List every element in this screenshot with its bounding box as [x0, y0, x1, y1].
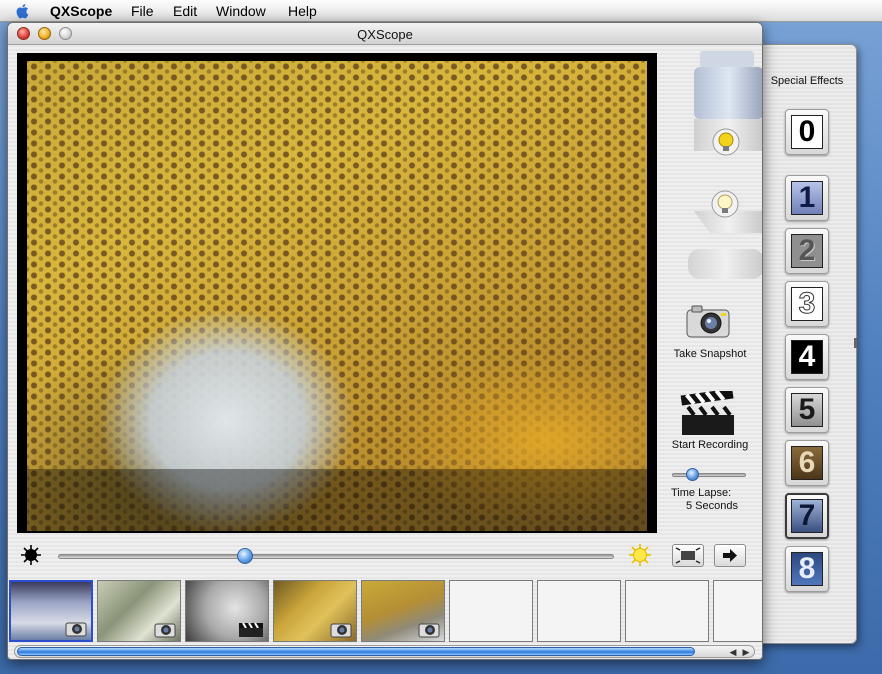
- lightbulb-off-icon[interactable]: [710, 189, 740, 219]
- menu-help[interactable]: Help: [288, 3, 317, 19]
- thumbnail-item[interactable]: [9, 580, 93, 642]
- menu-file[interactable]: File: [131, 3, 154, 19]
- thumbnail-item[interactable]: [185, 580, 269, 642]
- effects-drawer: Special Effects 0 1 2 3 4 5 6 7 8: [756, 44, 857, 644]
- camera-icon: [65, 622, 87, 637]
- video-overlay-band: [27, 469, 647, 531]
- drawer-grip[interactable]: [854, 338, 857, 348]
- menu-bar: QXScope File Edit Window Help: [0, 0, 882, 22]
- bright-sun-icon: [629, 544, 651, 566]
- time-lapse-slider-track[interactable]: [672, 473, 746, 477]
- clapperboard-icon: [239, 622, 263, 637]
- effect-button-4[interactable]: 4: [785, 334, 829, 380]
- start-recording-label[interactable]: Start Recording: [658, 439, 762, 451]
- microscope-illustration: [688, 51, 762, 279]
- thumbnail-empty-slot: [625, 580, 709, 642]
- effect-label: 2: [791, 234, 823, 268]
- arrow-right-icon: [723, 549, 737, 562]
- dark-sun-icon: [21, 545, 41, 565]
- effect-button-1[interactable]: 1: [785, 175, 829, 221]
- time-lapse-label: Time Lapse:: [671, 487, 732, 499]
- camera-icon: [154, 623, 176, 638]
- time-lapse-slider-knob[interactable]: [686, 468, 699, 481]
- menu-window[interactable]: Window: [216, 3, 266, 19]
- scroll-right-icon[interactable]: ▶: [740, 647, 752, 657]
- menu-app-name[interactable]: QXScope: [50, 3, 112, 19]
- window-titlebar[interactable]: QXScope: [8, 23, 762, 45]
- camera-icon[interactable]: [686, 303, 730, 339]
- take-snapshot-label[interactable]: Take Snapshot: [658, 348, 762, 360]
- effect-label: 1: [791, 181, 823, 215]
- menu-edit[interactable]: Edit: [173, 3, 197, 19]
- thumbnail-scrollbar[interactable]: ◀ ▶: [14, 645, 755, 658]
- lightbulb-on-icon[interactable]: [711, 127, 741, 157]
- thumbnail-item[interactable]: [97, 580, 181, 642]
- thumbnail-empty-slot: [713, 580, 762, 642]
- main-window: QXScope Take Snapshot Start Recording Ti…: [7, 22, 763, 660]
- effect-label: 6: [791, 446, 823, 480]
- effect-label: 7: [791, 499, 823, 533]
- effect-button-2[interactable]: 2: [785, 228, 829, 274]
- thumbnail-empty-slot: [449, 580, 533, 642]
- fullscreen-button[interactable]: [672, 544, 704, 567]
- effect-button-7[interactable]: 7: [785, 493, 829, 539]
- effect-button-5[interactable]: 5: [785, 387, 829, 433]
- brightness-slider-track[interactable]: [58, 554, 614, 559]
- effects-title: Special Effects: [770, 75, 844, 87]
- effect-button-6[interactable]: 6: [785, 440, 829, 486]
- time-lapse-value: 5 Seconds: [686, 500, 738, 512]
- effect-label: 8: [791, 552, 823, 586]
- effect-label: 3: [791, 287, 823, 321]
- video-frame: [17, 53, 657, 533]
- brightness-slider-knob[interactable]: [237, 548, 253, 564]
- thumbnail-strip: [8, 579, 762, 645]
- clapperboard-icon[interactable]: [680, 391, 736, 437]
- effect-button-0[interactable]: 0: [785, 109, 829, 155]
- effect-button-8[interactable]: 8: [785, 546, 829, 592]
- scroll-left-icon[interactable]: ◀: [727, 647, 739, 657]
- thumbnail-empty-slot: [537, 580, 621, 642]
- effect-label: 4: [791, 340, 823, 374]
- apple-icon[interactable]: [14, 2, 32, 20]
- camera-icon: [330, 623, 352, 638]
- fullscreen-icon: [675, 547, 701, 564]
- window-title: QXScope: [357, 27, 413, 42]
- thumbnail-item[interactable]: [273, 580, 357, 642]
- thumbnail-item[interactable]: [361, 580, 445, 642]
- effect-label: 0: [791, 115, 823, 149]
- camera-icon: [418, 623, 440, 638]
- scrollbar-thumb[interactable]: [17, 647, 695, 656]
- export-button[interactable]: [714, 544, 746, 567]
- live-video[interactable]: [27, 61, 647, 531]
- effect-button-3[interactable]: 3: [785, 281, 829, 327]
- effect-label: 5: [791, 393, 823, 427]
